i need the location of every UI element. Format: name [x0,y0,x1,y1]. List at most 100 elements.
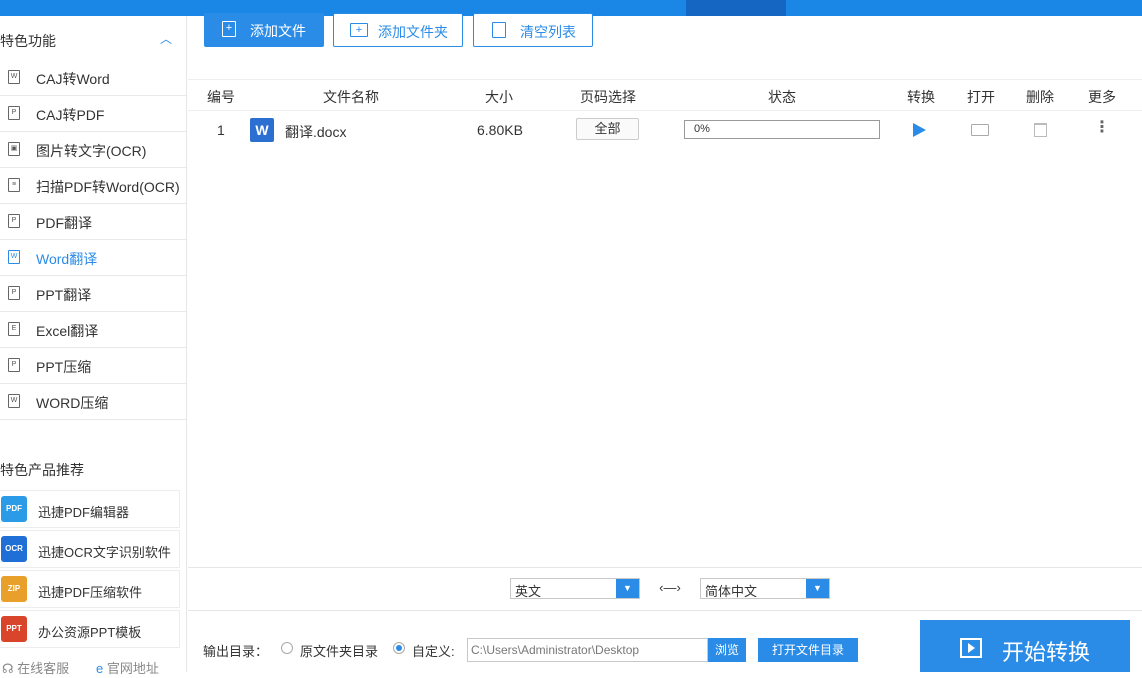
sidebar-item-label: 图片转文字(OCR) [36,143,147,159]
headset-icon: ☊ [2,661,14,676]
sidebar-item-caj-to-word[interactable]: W CAJ转Word [0,60,186,96]
source-language-select[interactable]: 英文 ▼ [510,578,640,599]
more-vertical-icon[interactable]: ⋮ [1094,119,1110,139]
start-convert-button[interactable]: 开始转换 [920,620,1130,672]
add-file-icon: + [222,21,236,37]
product-ocr[interactable]: OCR 迅捷OCR文字识别软件 [0,530,180,568]
add-file-label: 添加文件 [250,23,306,39]
chevron-down-icon: ▼ [806,579,829,598]
chevron-down-icon: ▼ [616,579,639,598]
pdf-editor-icon: PDF [1,496,27,522]
word-file-icon: W [8,250,20,264]
sidebar-item-pdf-translate[interactable]: P PDF翻译 [0,204,186,240]
sidebar-item-label: Word翻译 [36,251,98,267]
sidebar-item-word-translate[interactable]: W Word翻译 [0,240,186,276]
image-file-icon: ▣ [8,142,20,156]
pdf-file-icon: P [8,214,20,228]
online-service-label: 在线客服 [17,661,70,676]
word-compress-icon: W [8,394,20,408]
col-delete: 删除 [1026,89,1054,105]
website-link[interactable]: e 官网地址 [96,658,159,677]
start-convert-label: 开始转换 [1002,640,1091,665]
add-folder-icon: + [350,23,368,37]
feature-menu: W CAJ转Word P CAJ转PDF ▣ 图片转文字(OCR) ≡ 扫描PD… [0,60,186,420]
pdf-file-icon: P [8,106,20,120]
product-label: 迅捷PDF压缩软件 [38,585,143,600]
ppt-compress-icon: P [8,358,20,372]
sidebar-item-label: WORD压缩 [36,395,109,411]
trash-icon [492,22,506,38]
title-bar-tab[interactable] [686,0,786,16]
add-folder-button[interactable]: + 添加文件夹 [333,13,463,47]
radio-original-label: 原文件夹目录 [300,644,379,659]
radio-original-dir[interactable] [281,642,293,654]
col-convert: 转换 [907,89,935,105]
sidebar-item-image-ocr[interactable]: ▣ 图片转文字(OCR) [0,132,186,168]
product-label: 迅捷OCR文字识别软件 [38,545,171,560]
website-label: 官网地址 [106,661,159,676]
product-label: 迅捷PDF编辑器 [38,505,130,520]
clear-list-button[interactable]: 清空列表 [473,13,593,47]
browser-icon: e [96,661,104,676]
word-file-icon: W [8,70,20,84]
section-title-features: 特色功能 [0,33,56,49]
col-open: 打开 [967,89,995,105]
word-doc-icon: W [250,118,274,142]
col-status: 状态 [768,89,796,105]
sidebar-item-ppt-compress[interactable]: P PPT压缩 [0,348,186,384]
play-icon [960,638,982,658]
col-pages: 页码选择 [580,89,636,105]
col-more: 更多 [1088,89,1116,105]
ppt-file-icon: P [8,286,20,300]
online-service-link[interactable]: ☊ 在线客服 [2,658,69,677]
col-name: 文件名称 [323,89,379,105]
sidebar-item-label: 扫描PDF转Word(OCR) [36,179,180,195]
row-filename: 翻译.docx [285,124,347,140]
col-size: 大小 [485,89,513,105]
sidebar-item-label: CAJ转Word [36,71,110,87]
output-dir-label: 输出目录： [203,644,269,659]
product-pdf-compress[interactable]: ZIP 迅捷PDF压缩软件 [0,570,180,608]
sidebar-item-label: PPT压缩 [36,359,92,375]
radio-custom-dir[interactable] [393,642,405,654]
col-index: 编号 [207,89,235,105]
sidebar-item-word-compress[interactable]: W WORD压缩 [0,384,186,420]
add-folder-label: 添加文件夹 [378,24,448,40]
scan-file-icon: ≡ [8,178,20,192]
progress-bar: 0% [684,120,880,139]
source-language-value: 英文 [515,584,542,599]
language-bar: 英文 ▼ ‹—› 简体中文 ▼ [188,567,1142,611]
sidebar-footer: ☊ 在线客服 e 官网地址 [0,658,186,678]
progress-text: 0% [694,123,710,135]
delete-icon[interactable] [1034,123,1047,137]
add-file-button[interactable]: + 添加文件 [204,13,324,47]
row-index: 1 [217,122,225,138]
play-icon[interactable] [913,123,926,137]
target-language-select[interactable]: 简体中文 ▼ [700,578,830,599]
pdf-compress-app-icon: ZIP [1,576,27,602]
sidebar-item-label: PDF翻译 [36,215,92,231]
file-table-header: 编号 文件名称 大小 页码选择 状态 转换 打开 删除 更多 [188,79,1142,111]
sidebar-item-ppt-translate[interactable]: P PPT翻译 [0,276,186,312]
row-size: 6.80KB [477,122,523,138]
swap-languages-icon[interactable]: ‹—› [658,578,682,598]
sidebar-item-label: Excel翻译 [36,323,99,339]
browse-button[interactable]: 浏览 [708,638,746,662]
sidebar-item-scan-pdf-ocr[interactable]: ≡ 扫描PDF转Word(OCR) [0,168,186,204]
sidebar-item-excel-translate[interactable]: E Excel翻译 [0,312,186,348]
chevron-up-icon[interactable]: ︿ [160,30,174,46]
sidebar-item-label: CAJ转PDF [36,107,105,123]
ppt-template-icon: PPT [1,616,27,642]
sidebar: 特色功能 ︿ W CAJ转Word P CAJ转PDF ▣ 图片转文字(OCR)… [0,16,187,676]
clear-list-label: 清空列表 [520,24,576,40]
sidebar-item-caj-to-pdf[interactable]: P CAJ转PDF [0,96,186,132]
open-folder-button[interactable]: 打开文件目录 [758,638,858,662]
table-row: 1 W 翻译.docx 6.80KB 全部 0% ⋮ [188,112,1142,148]
page-range-select[interactable]: 全部 [576,118,639,140]
excel-file-icon: E [8,322,20,336]
folder-open-icon[interactable] [971,124,989,136]
product-pdf-editor[interactable]: PDF 迅捷PDF编辑器 [0,490,180,528]
section-title-products: 特色产品推荐 [0,462,84,478]
output-path-input[interactable] [467,638,708,662]
product-ppt-templates[interactable]: PPT 办公资源PPT模板 [0,610,180,648]
